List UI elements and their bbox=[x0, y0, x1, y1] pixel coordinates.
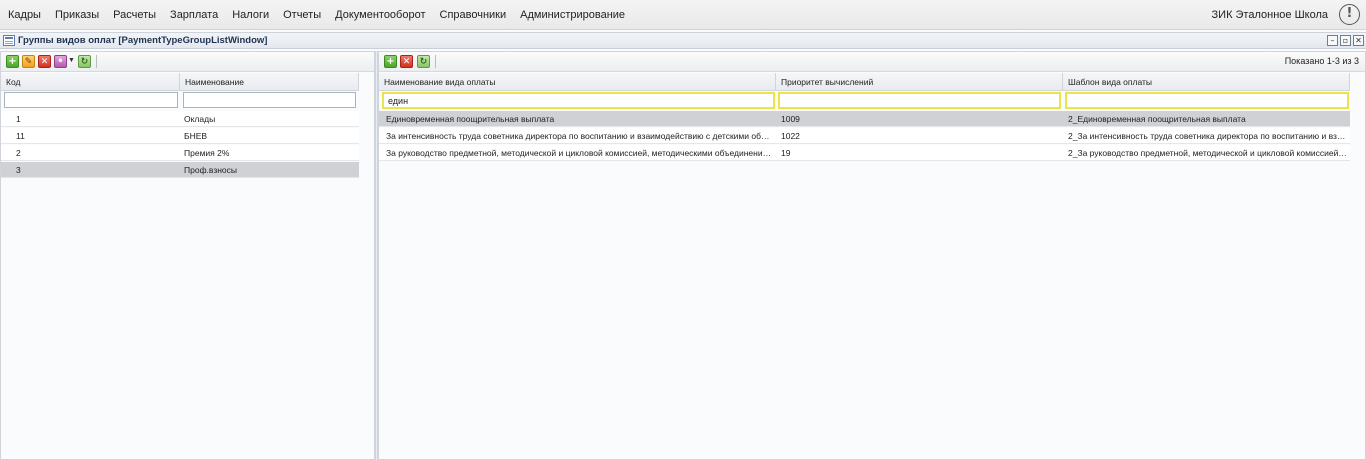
close-button[interactable]: ✕ bbox=[1353, 35, 1364, 46]
cell-code: 1 bbox=[16, 114, 21, 124]
column-header-priority[interactable]: Приоритет вычислений bbox=[776, 73, 1063, 91]
minimize-button[interactable]: – bbox=[1327, 35, 1338, 46]
table-row[interactable]: За руководство предметной, методической … bbox=[379, 145, 1350, 161]
cell-code: 2 bbox=[16, 148, 21, 158]
chevron-down-icon[interactable]: ▼ bbox=[68, 57, 75, 64]
filter-name-input[interactable] bbox=[183, 92, 356, 108]
window-title: Группы видов оплат [PaymentTypeGroupList… bbox=[18, 35, 268, 46]
table-row-selected[interactable]: 3 Проф.взносы bbox=[1, 162, 359, 178]
cell-template: 2_Единовременная поощрительная выплата bbox=[1068, 114, 1246, 124]
cell-code: 11 bbox=[16, 131, 25, 141]
window-controls: – ▫ ✕ bbox=[1327, 35, 1364, 46]
main-menu-bar: Кадры Приказы Расчеты Зарплата Налоги От… bbox=[0, 0, 1366, 30]
cell-name: Проф.взносы bbox=[184, 165, 238, 175]
refresh-icon[interactable]: ↻ bbox=[78, 55, 91, 68]
payment-types-grid-header: Наименование вида оплаты Приоритет вычис… bbox=[379, 73, 1350, 91]
table-row[interactable]: 2 Премия 2% bbox=[1, 145, 359, 161]
add-icon[interactable]: + bbox=[6, 55, 19, 68]
cell-template: 2_За интенсивность труда советника дирек… bbox=[1068, 131, 1348, 141]
menu-item-kadry[interactable]: Кадры bbox=[0, 0, 48, 30]
cell-payment-name: За руководство предметной, методической … bbox=[386, 148, 774, 158]
cell-priority: 19 bbox=[781, 148, 791, 158]
notification-alert-icon[interactable]: ! bbox=[1339, 4, 1360, 25]
table-row[interactable]: За интенсивность труда советника директо… bbox=[379, 128, 1350, 144]
cell-priority: 1009 bbox=[781, 114, 800, 124]
column-header-name[interactable]: Наименование bbox=[180, 73, 359, 91]
column-header-payment-name[interactable]: Наименование вида оплаты bbox=[379, 73, 776, 91]
toolbar-separator bbox=[96, 55, 97, 68]
cell-payment-name: За интенсивность труда советника директо… bbox=[386, 131, 774, 141]
cell-template: 2_За руководство предметной, методическо… bbox=[1068, 148, 1348, 158]
table-row[interactable]: 1 Оклады bbox=[1, 111, 359, 127]
payment-types-filter-row bbox=[379, 92, 1350, 112]
organization-name[interactable]: ЗИК Эталонное Школа bbox=[1212, 0, 1328, 30]
cell-name: Оклады bbox=[184, 114, 216, 124]
cell-priority: 1022 bbox=[781, 131, 800, 141]
menu-item-spravochniki[interactable]: Справочники bbox=[433, 0, 514, 30]
payment-types-panel: + ✕ ↻ Показано 1-3 из 3 Наименование вид… bbox=[378, 51, 1366, 460]
filter-priority-input[interactable] bbox=[778, 92, 1061, 109]
records-count: Показано 1-3 из 3 bbox=[1284, 56, 1359, 66]
menu-item-raschety[interactable]: Расчеты bbox=[106, 0, 163, 30]
payment-types-toolbar: + ✕ ↻ Показано 1-3 из 3 bbox=[379, 52, 1365, 72]
groups-toolbar: + ✎ ✕ • ▼ ↻ bbox=[1, 52, 374, 72]
refresh-icon[interactable]: ↻ bbox=[417, 55, 430, 68]
window-title-bar: Группы видов оплат [PaymentTypeGroupList… bbox=[0, 32, 1366, 49]
groups-filter-row bbox=[1, 92, 359, 112]
menu-item-prikazy[interactable]: Приказы bbox=[48, 0, 106, 30]
column-header-template[interactable]: Шаблон вида оплаты bbox=[1063, 73, 1350, 91]
filter-template-input[interactable] bbox=[1065, 92, 1349, 109]
menu-item-administrirovanie[interactable]: Администрирование bbox=[513, 0, 632, 30]
groups-grid-header: Код Наименование bbox=[1, 73, 359, 91]
delete-icon[interactable]: ✕ bbox=[38, 55, 51, 68]
more-icon[interactable]: • bbox=[54, 55, 67, 68]
edit-icon[interactable]: ✎ bbox=[22, 55, 35, 68]
filter-code-input[interactable] bbox=[4, 92, 178, 108]
delete-icon[interactable]: ✕ bbox=[400, 55, 413, 68]
cell-name: БНЕВ bbox=[184, 131, 208, 141]
toolbar-separator bbox=[435, 55, 436, 68]
table-row-selected[interactable]: Единовременная поощрительная выплата 100… bbox=[379, 111, 1350, 127]
menu-item-otchety[interactable]: Отчеты bbox=[276, 0, 328, 30]
cell-payment-name: Единовременная поощрительная выплата bbox=[386, 114, 555, 124]
add-icon[interactable]: + bbox=[384, 55, 397, 68]
cell-name: Премия 2% bbox=[184, 148, 230, 158]
table-row[interactable]: 11 БНЕВ bbox=[1, 128, 359, 144]
menu-item-zarplata[interactable]: Зарплата bbox=[163, 0, 225, 30]
cell-code: 3 bbox=[16, 165, 21, 175]
column-header-code[interactable]: Код bbox=[1, 73, 180, 91]
window-list-icon bbox=[3, 35, 15, 46]
menu-item-dokumentooborot[interactable]: Документооборот bbox=[328, 0, 432, 30]
main-menu: Кадры Приказы Расчеты Зарплата Налоги От… bbox=[0, 0, 632, 30]
menu-item-nalogi[interactable]: Налоги bbox=[225, 0, 276, 30]
groups-panel: + ✎ ✕ • ▼ ↻ Код Наименование 1 Оклады 11… bbox=[0, 51, 375, 460]
restore-button[interactable]: ▫ bbox=[1340, 35, 1351, 46]
filter-payment-name-input[interactable] bbox=[382, 92, 775, 109]
